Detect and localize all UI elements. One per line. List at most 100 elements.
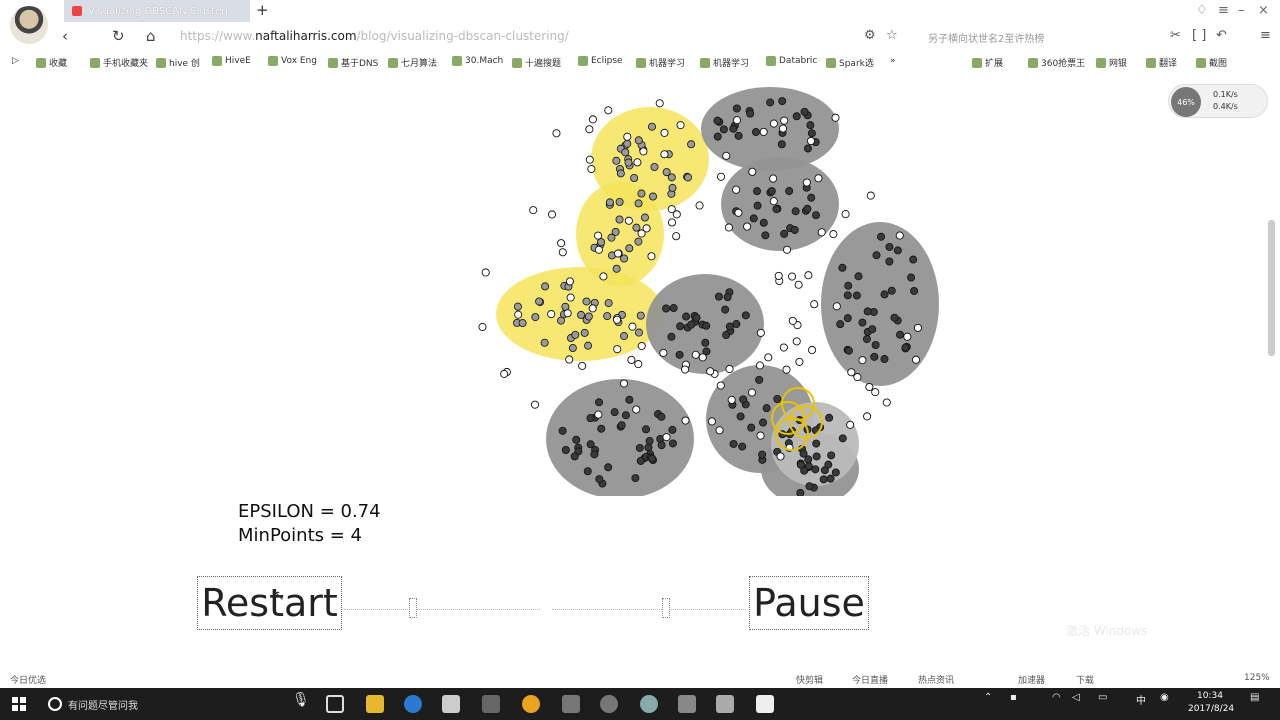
bookmark-item[interactable]: 30.Mach <box>452 56 503 66</box>
url-field[interactable]: https://www.naftaliharris.com/blog/visua… <box>180 29 569 43</box>
status-item[interactable]: 热点资讯 <box>918 673 954 686</box>
status-item[interactable]: 下载 <box>1076 673 1094 686</box>
core-point <box>617 421 626 430</box>
app-icon[interactable] <box>716 695 734 713</box>
home-icon[interactable]: ⌂ <box>146 27 156 45</box>
scissors-icon[interactable]: ✂ <box>1170 28 1181 43</box>
bookmark-item[interactable]: Spark选 <box>826 56 874 69</box>
network-icon[interactable]: ▭ <box>1098 692 1107 703</box>
taskbar-clock[interactable]: 10:34 2017/8/24 <box>1188 690 1234 716</box>
bookmark-item[interactable]: HiveE <box>212 56 251 66</box>
dbscan-canvas <box>478 87 939 496</box>
bookmark-item[interactable]: 基于DNS <box>328 56 378 69</box>
refresh-icon[interactable]: ↻ <box>112 27 125 45</box>
tray-icon[interactable]: ◉ <box>1160 692 1169 703</box>
app-icon[interactable] <box>482 695 500 713</box>
brackets-icon[interactable]: [ ] <box>1192 28 1206 43</box>
taskbar-search[interactable]: 有问题尽管问我 <box>68 697 138 712</box>
epsilon-slider-track[interactable] <box>344 609 540 610</box>
extension-item[interactable]: 扩展 <box>972 56 1003 69</box>
noise-point <box>676 121 685 130</box>
core-point <box>887 286 896 295</box>
file-explorer-icon[interactable] <box>366 695 384 713</box>
extension-item[interactable]: 翻译 <box>1146 56 1177 69</box>
microphone-icon[interactable]: 🎙 <box>292 692 310 708</box>
new-tab-button[interactable]: + <box>256 1 269 19</box>
user-avatar[interactable] <box>10 6 48 44</box>
close-icon[interactable]: × <box>1258 3 1269 18</box>
noise-point <box>623 132 632 141</box>
store-icon[interactable] <box>442 695 460 713</box>
settings-icon[interactable]: ⚙ <box>864 28 876 43</box>
bookmark-item[interactable]: Eclipse <box>578 56 623 66</box>
noise-point <box>529 206 538 215</box>
noise-point <box>547 210 557 219</box>
noise-point <box>530 400 540 409</box>
wifi-icon[interactable]: ◠ <box>1052 692 1061 703</box>
app-icon[interactable] <box>756 695 774 713</box>
undo-icon[interactable]: ↶ <box>1216 28 1227 43</box>
back-icon[interactable]: ‹ <box>62 27 68 45</box>
page-scrollbar[interactable] <box>1268 220 1275 356</box>
tray-chevron-icon[interactable]: ⌃ <box>984 692 992 703</box>
bookmark-item[interactable]: 手机收藏夹 <box>90 56 148 69</box>
status-item[interactable]: 今日直播 <box>852 673 888 686</box>
bookmark-item[interactable]: 十遍搜题 <box>512 56 561 69</box>
status-today-picks[interactable]: 今日优选 <box>10 673 46 686</box>
ime-indicator[interactable]: 中 <box>1136 692 1146 707</box>
more-bookmarks-icon[interactable]: » <box>890 56 896 66</box>
app-icon[interactable] <box>600 695 618 713</box>
extension-item[interactable]: 截图 <box>1196 56 1227 69</box>
noise-point <box>903 332 912 341</box>
cortana-icon[interactable] <box>48 697 62 711</box>
restart-button[interactable]: Restart <box>197 576 342 630</box>
expand-icon[interactable]: ▷ <box>12 56 19 66</box>
status-item[interactable]: 加速器 <box>1018 673 1045 686</box>
minimize-icon[interactable]: – <box>1238 3 1245 18</box>
extension-item[interactable]: 360抢票王 <box>1028 56 1085 69</box>
browser-360-icon[interactable] <box>640 695 658 713</box>
search-suggestion[interactable]: 另子横向状世名2至许热榜 <box>928 30 1044 45</box>
bookmark-item[interactable]: 收藏 <box>36 56 67 69</box>
star-icon[interactable]: ☆ <box>886 28 898 43</box>
network-speed-widget[interactable]: 46% 0.1K/s 0.4K/s <box>1168 84 1268 118</box>
core-point <box>634 136 643 145</box>
skin-icon[interactable]: ♢ <box>1196 3 1208 18</box>
bookmark-item[interactable]: 机器学习 <box>700 56 749 69</box>
notification-icon[interactable]: ▤ <box>1250 692 1259 703</box>
volume-icon[interactable]: ◁ <box>1072 692 1080 703</box>
core-point <box>687 140 696 149</box>
bookmark-item[interactable]: 机器学习 <box>636 56 685 69</box>
status-item[interactable]: 快剪辑 <box>796 673 823 686</box>
app-icon[interactable] <box>522 695 540 713</box>
overflow-menu-icon[interactable]: ≡ <box>1260 28 1271 43</box>
zoom-level[interactable]: 125% <box>1244 673 1270 683</box>
epsilon-slider-handle[interactable] <box>409 598 417 618</box>
minpoints-slider-track[interactable] <box>552 609 746 610</box>
tab-dbscan[interactable]: Visualizing DBSCAN Clusteri <box>64 0 250 22</box>
edge-icon[interactable] <box>404 695 422 713</box>
bookmark-item[interactable]: 七月算法 <box>388 56 437 69</box>
bookmark-item[interactable]: Databric <box>766 56 817 66</box>
app-icon[interactable] <box>678 695 696 713</box>
noise-point <box>841 210 850 219</box>
extension-item[interactable]: 网银 <box>1096 56 1127 69</box>
core-point <box>791 207 800 216</box>
windows-start-icon[interactable] <box>12 697 26 711</box>
tray-icon[interactable]: ▪ <box>1010 692 1017 703</box>
minpoints-slider-handle[interactable] <box>662 598 670 618</box>
noise-point <box>672 210 681 219</box>
core-point <box>577 310 586 319</box>
core-point <box>723 293 732 302</box>
task-view-icon[interactable] <box>326 695 344 713</box>
core-point <box>570 452 579 461</box>
core-point <box>702 321 711 330</box>
bookmark-item[interactable]: Vox Eng <box>268 56 317 66</box>
pause-button[interactable]: Pause <box>749 576 869 630</box>
core-point <box>871 341 880 350</box>
noise-point <box>612 315 622 324</box>
app-icon[interactable] <box>562 695 580 713</box>
core-point <box>594 398 603 407</box>
bookmark-item[interactable]: hive 创 <box>156 56 200 69</box>
menu-icon[interactable]: ≡ <box>1218 3 1229 18</box>
